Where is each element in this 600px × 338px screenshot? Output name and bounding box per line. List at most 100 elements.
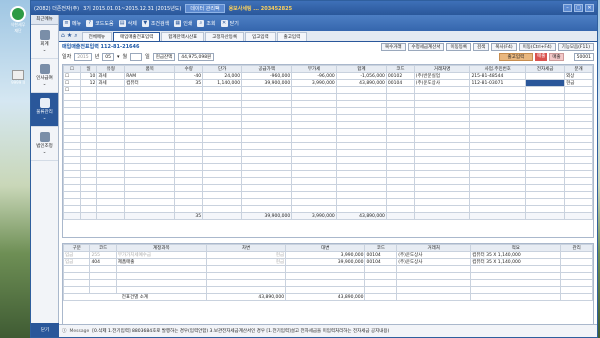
cell-journal[interactable]: 외상 [564,72,593,80]
table-row-empty[interactable] [63,163,593,171]
copy-button[interactable]: 복사(F4) [491,42,517,51]
cell-account[interactable]: 부가가치세예수금 [115,251,207,259]
cell-partner[interactable]: (주)반문실업 [413,72,471,80]
multiple-trade-button[interactable]: 복수거래 [380,42,406,51]
minimize-icon[interactable]: – [563,4,572,12]
cell-code[interactable]: 00102 [385,72,415,80]
cell-code2[interactable]: 00104 [364,258,398,266]
cell-code[interactable]: 255 [89,251,117,259]
cell-partner[interactable]: (주)운도상사 [396,251,472,259]
close-icon[interactable]: ✕ [585,4,594,12]
search-form-button[interactable]: 검색 [473,42,490,51]
row-checkbox[interactable]: ☐ [63,72,81,80]
cell-journal[interactable]: 현금 [564,79,593,87]
cell-qty[interactable]: 35 [174,79,204,87]
cell-total[interactable]: 43,890,000 [335,79,387,87]
year-field[interactable]: 2015 [74,52,92,61]
cell-item[interactable]: 컴퓨터 [124,79,176,87]
month-dropdown-icon[interactable]: ▾ [117,54,120,60]
cell-day[interactable]: 10 [79,72,98,80]
journal-row-empty[interactable] [62,265,593,273]
table-row-empty[interactable] [63,114,593,122]
delete-button[interactable]: ▤ 삭제 [118,19,137,27]
table-row-empty[interactable] [63,121,593,129]
recent-menu-header[interactable]: 최근메뉴 [31,15,58,25]
cell-vat[interactable]: 3,990,000 [291,79,337,87]
shipping-entry-button[interactable]: 출고입력 [498,52,534,61]
cell-price[interactable]: 24,000 [202,72,243,80]
cell-type[interactable]: 과세 [96,79,126,87]
cell-code[interactable]: 00104 [385,79,415,87]
cell-price[interactable]: 1,140,000 [202,79,243,87]
table-row-empty[interactable] [63,170,593,178]
table-row-empty[interactable] [63,93,593,101]
condition-search-button[interactable]: ▼ 조건검색 [141,19,169,27]
sidebar-item-accounting[interactable]: 회계 ⌄ [31,25,58,59]
journal-row-empty[interactable] [62,279,593,287]
code-help-button[interactable]: ? 코드도움 [86,19,114,27]
table-row-empty[interactable] [63,128,593,136]
cell-account[interactable]: 제품매출 [115,258,207,266]
home-icon[interactable]: ⌂ [61,32,65,40]
cell-division[interactable]: 입금 [62,251,91,259]
table-row-empty[interactable] [63,135,593,143]
close-button[interactable]: ✕ 닫기 [220,19,239,27]
table-row-empty[interactable] [63,100,593,108]
cell-bizno[interactable]: 112-81-03071 [469,79,527,87]
month-field[interactable]: 05 [102,52,114,61]
tab-purchase-sales-entry[interactable]: 매입매출전표입력 [113,32,161,41]
table-row-empty[interactable] [63,205,593,213]
search-button[interactable]: ⌕ 조회 [197,19,216,27]
sidebar-item-logistics[interactable]: 물류관리 ⌄ [31,93,58,127]
row-checkbox[interactable]: ☐ [63,79,81,87]
tab-all-menu[interactable]: 전체메뉴 [81,32,113,41]
checkbox-icon[interactable]: ☐ [70,67,74,72]
sidebar-item-corporate[interactable]: 법인조정 ⌄ [31,127,58,161]
cell-type[interactable]: 과세 [96,72,126,80]
cell-code[interactable]: 404 [89,258,117,266]
star-icon[interactable]: ★ [67,32,72,40]
code-field[interactable]: 50001 [573,52,594,61]
cell-division[interactable]: 입금 [62,258,91,266]
cell-etax[interactable] [525,72,566,80]
table-row-empty[interactable] [63,107,593,115]
table-row-empty[interactable] [63,156,593,164]
function-collection-button[interactable]: 기능모음(F11) [557,42,594,51]
move-button[interactable]: 이동(Ctrl+F4) [518,42,556,51]
table-row-empty[interactable] [63,149,593,157]
table-row-empty[interactable] [63,177,593,185]
table-row-empty[interactable] [63,198,593,206]
col-check[interactable]: ☐ [63,65,81,73]
cell-supply[interactable]: -960,000 [241,72,293,80]
cell-total[interactable]: -1,056,000 [335,72,387,80]
cell-item[interactable]: RAM [124,72,176,80]
tab-fixed-assets[interactable]: 고정자산등록 [205,32,245,41]
cell-credit[interactable]: 39,900,000 [285,258,366,266]
cell-credit[interactable]: 3,990,000 [285,251,366,259]
cell-code2[interactable]: 00104 [364,251,398,259]
table-row-empty[interactable] [63,191,593,199]
revised-invoice-button[interactable]: 수정세금계산서 [407,42,445,51]
cell-day[interactable]: 12 [79,79,98,87]
maximize-icon[interactable]: □ [574,4,583,12]
cell-summary[interactable]: 컴퓨터 35 X 1,140,000 [470,258,562,266]
cell-bizno[interactable]: 215-81-48544 [469,72,527,80]
day-field[interactable] [130,52,143,61]
journal-row-empty[interactable] [62,272,593,280]
data-management-button[interactable]: 데이터 관리팩 [185,3,225,13]
cell-etax-selected[interactable] [525,79,566,87]
print-button[interactable]: ▦ 인쇄 [174,19,192,27]
sidebar-item-payroll[interactable]: 인사급여 ⌄ [31,59,58,93]
sales-button[interactable]: 매출 [535,52,548,61]
tab-shipping[interactable]: 출고입력 [276,32,308,41]
table-row-empty[interactable] [63,142,593,150]
search-icon[interactable]: ⌕ [74,32,77,40]
journal-row-empty[interactable] [62,286,593,294]
cell-manage[interactable] [560,258,593,266]
cell-supply[interactable]: 39,900,000 [241,79,293,87]
tab-trial-balance[interactable]: 합계잔액시산표 [161,32,205,41]
cell-debit[interactable]: 현금 [205,251,287,259]
cell-manage[interactable] [560,251,593,259]
cell-qty[interactable]: -40 [174,72,204,80]
desktop-logo-icon[interactable]: 식한세무 재단 [4,6,32,34]
